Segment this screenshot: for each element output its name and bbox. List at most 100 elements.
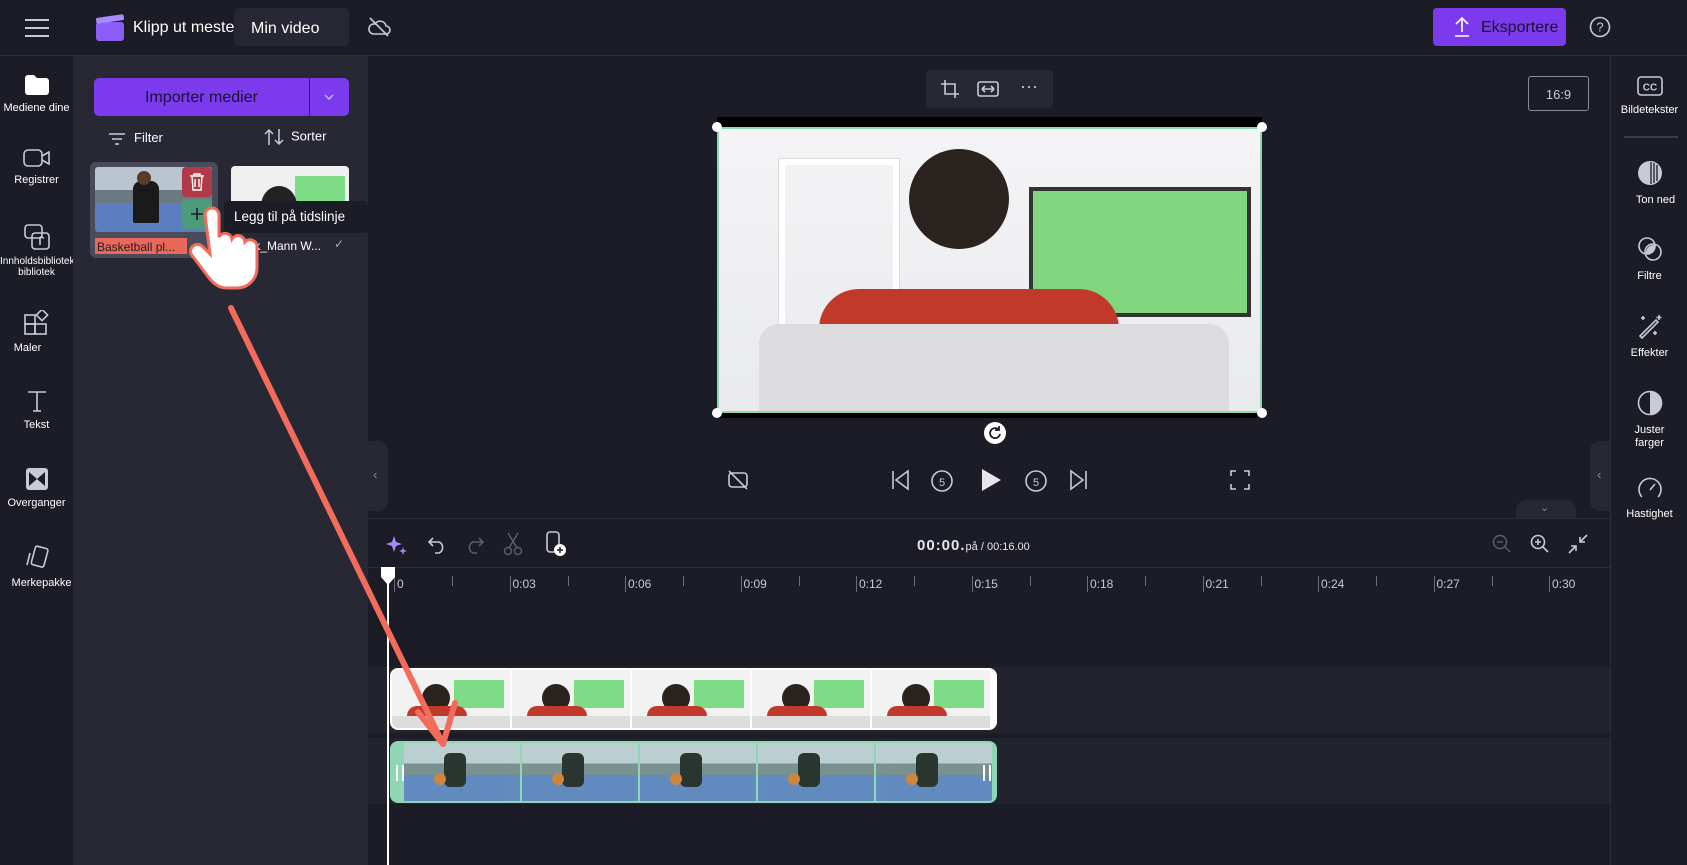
undo-icon[interactable] <box>428 534 448 554</box>
video-frame <box>717 127 1262 413</box>
playhead[interactable] <box>387 568 389 865</box>
rr-item-effects[interactable]: Effekter <box>1611 313 1687 359</box>
rr-item-fade[interactable]: Ton ned <box>1611 160 1687 206</box>
hamburger-icon[interactable] <box>24 18 50 38</box>
crop-icon[interactable] <box>940 79 960 99</box>
import-media-button[interactable]: Importer medier <box>94 78 309 116</box>
add-media-icon[interactable] <box>545 531 567 557</box>
ruler-label: 0:09 <box>743 577 767 591</box>
add-to-timeline-button[interactable] <box>182 199 212 229</box>
ruler-label: 0:06 <box>628 577 652 591</box>
preview-toolbar: ··· <box>926 70 1053 108</box>
rr-item-captions[interactable]: CC Bildetekster <box>1611 76 1687 116</box>
media-panel: Importer medier Filter Sorter Basketball… <box>73 56 368 865</box>
camera-off-icon[interactable] <box>727 469 749 491</box>
resize-handle[interactable] <box>712 408 722 418</box>
rail-item-templates[interactable]: Maler <box>0 310 73 354</box>
timeline-clip-basketball[interactable] <box>390 741 997 803</box>
playhead-handle[interactable] <box>380 566 396 586</box>
zoom-out-icon[interactable] <box>1492 534 1512 554</box>
resize-handle[interactable] <box>1257 408 1267 418</box>
sort-button[interactable]: Sorter <box>263 128 326 146</box>
rewind-5-icon[interactable]: 5 <box>930 467 954 493</box>
filters-icon <box>1637 237 1662 261</box>
rail-item-text[interactable]: Tekst <box>0 389 73 431</box>
forward-5-icon[interactable]: 5 <box>1024 467 1048 493</box>
resize-handle[interactable] <box>1257 122 1267 132</box>
clip-frame <box>632 670 750 728</box>
ruler-subtick <box>1376 576 1377 586</box>
trash-icon <box>190 173 204 191</box>
speed-icon <box>1637 477 1662 498</box>
content-library-icon <box>23 224 50 250</box>
ruler-label: 0 <box>397 577 404 591</box>
clip-frame <box>872 670 990 728</box>
clip-frame <box>640 743 756 801</box>
export-button[interactable]: Eksportere <box>1433 8 1566 46</box>
sort-icon <box>264 128 284 146</box>
clip-trim-handle-right[interactable] <box>983 765 991 781</box>
import-options-dropdown[interactable] <box>310 78 349 116</box>
ruler-subtick <box>683 576 684 586</box>
redo-icon[interactable] <box>464 534 484 554</box>
filter-icon <box>109 132 125 145</box>
collapse-timeline-button[interactable]: ⌄ <box>1516 500 1576 518</box>
cloud-off-icon[interactable] <box>367 16 391 38</box>
ruler-label: 0:03 <box>512 577 536 591</box>
rail-item-your-media[interactable]: Mediene dine <box>0 74 73 154</box>
resize-handle[interactable] <box>712 122 722 132</box>
app-logo-icon <box>95 14 125 41</box>
ruler-subtick <box>567 576 569 586</box>
ruler-tick <box>971 576 973 592</box>
clip-frame <box>512 670 630 728</box>
transitions-icon <box>25 468 48 490</box>
fit-timeline-icon[interactable] <box>1568 534 1588 554</box>
text-icon <box>27 391 46 412</box>
ruler-subtick <box>1145 576 1146 586</box>
ai-sparkle-icon[interactable] <box>386 534 408 556</box>
templates-icon <box>23 310 49 335</box>
skip-forward-icon[interactable] <box>1069 469 1089 491</box>
ruler-label: 0:24 <box>1321 577 1345 591</box>
play-icon[interactable] <box>980 468 1002 492</box>
fit-icon[interactable] <box>977 80 999 98</box>
ruler-subtick <box>1260 576 1262 586</box>
rr-item-speed[interactable]: Hastighet <box>1611 476 1687 520</box>
ruler-tick <box>1202 576 1204 592</box>
collapse-left-panel-button[interactable]: ‹ <box>368 441 388 511</box>
media-item-basketball[interactable]: Basketball pl... <box>90 162 218 258</box>
collapse-right-panel-button[interactable]: ‹ <box>1590 441 1610 511</box>
scissors-icon[interactable] <box>503 532 523 556</box>
clip-frame <box>404 743 520 801</box>
svg-text:?: ? <box>1596 20 1603 35</box>
project-title-input[interactable]: Min video <box>234 8 349 46</box>
aspect-ratio-button[interactable]: 16:9 <box>1528 76 1589 111</box>
help-icon[interactable]: ? <box>1589 16 1611 38</box>
delete-button[interactable] <box>182 167 212 197</box>
more-icon[interactable]: ··· <box>1020 76 1038 97</box>
clip-trim-handle-left[interactable] <box>396 765 404 781</box>
tooltip: Legg til på tidslinje <box>224 201 368 233</box>
svg-text:5: 5 <box>939 477 945 489</box>
ruler-tick <box>1318 576 1319 592</box>
filter-button[interactable]: Filter <box>108 130 163 146</box>
clip-frame <box>752 670 870 728</box>
ruler-subtick <box>1029 576 1031 586</box>
video-canvas[interactable] <box>712 117 1267 418</box>
clip-frame <box>392 670 510 728</box>
rotate-icon[interactable] <box>984 422 1006 444</box>
ruler-tick <box>856 576 857 592</box>
timeline-clip-green-screen[interactable] <box>390 668 997 730</box>
skip-back-icon[interactable] <box>890 469 910 491</box>
rail-item-record[interactable]: Registrer <box>0 148 73 186</box>
ruler-tick <box>625 576 626 592</box>
rail-item-brand-kit[interactable]: Merkepakke <box>0 545 73 589</box>
zoom-in-icon[interactable] <box>1530 534 1550 554</box>
rr-item-filters[interactable]: Filtre <box>1611 236 1687 282</box>
rr-item-adjust-colors[interactable]: Juster farger <box>1611 390 1687 450</box>
fullscreen-icon[interactable] <box>1230 470 1250 490</box>
top-bar: Klipp ut mester Min video Eksportere ? <box>0 0 1687 56</box>
rail-item-transitions[interactable]: Overganger <box>0 467 73 509</box>
rail-item-content-library[interactable]: Innholdsbibliotek bibliotek <box>0 224 75 278</box>
left-rail: Mediene dine Registrer Innholdsbibliotek… <box>0 56 75 865</box>
